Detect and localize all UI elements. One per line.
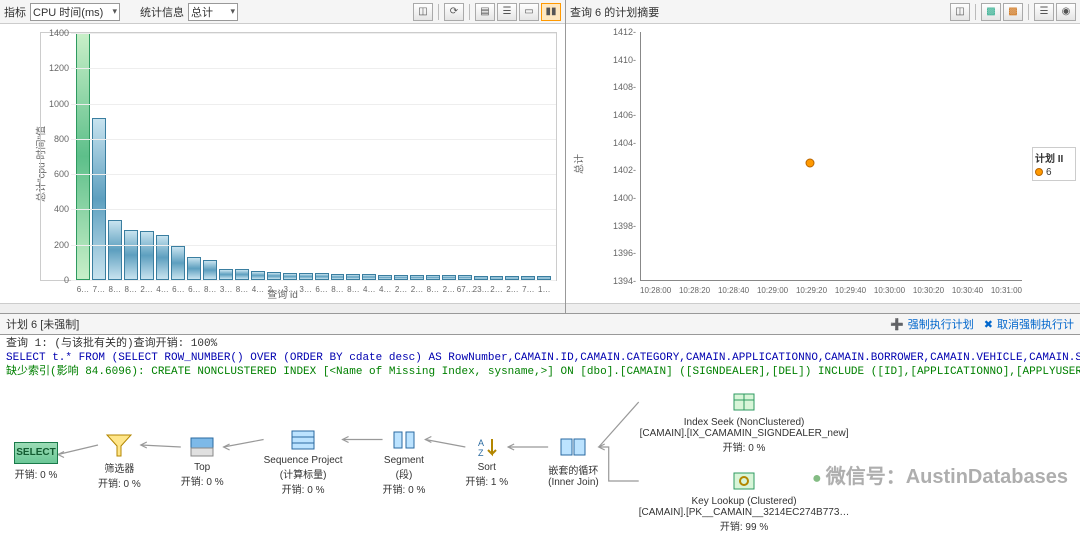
bar-chart: 总计"cpu 时间"值 0200400600800100012001400 6…… [0, 24, 565, 303]
plus-icon: ➕ [890, 318, 904, 331]
bar-0[interactable] [76, 33, 90, 280]
bar-4[interactable] [140, 231, 154, 280]
bar-6[interactable] [171, 246, 185, 280]
scatter-point[interactable] [806, 158, 815, 167]
op-select[interactable]: SELECT 开销: 0 % [14, 442, 58, 481]
bar-10[interactable] [235, 269, 249, 280]
sc-tool-5[interactable]: ◉ [1056, 3, 1076, 21]
tool-btn-chart[interactable]: ▮▮ [541, 3, 561, 21]
execution-plan: SELECT 开销: 0 % 筛选器 开销: 0 % Top 开销: 0 % S… [0, 381, 1080, 541]
op-nested-loops[interactable]: 嵌套的循环 (Inner Join) [548, 434, 599, 488]
plan-strip: 计划 6 [未强制] ➕强制执行计划 ✖取消强制执行计 [0, 313, 1080, 335]
sc-tool-1[interactable]: ◫ [950, 3, 970, 21]
scatter-title: 查询 6 的计划摘要 [570, 4, 659, 20]
tool-btn-1[interactable]: ◫ [413, 3, 433, 21]
op-sort[interactable]: AZ Sort 开销: 1 % [465, 434, 508, 488]
plan-title: 计划 6 [未强制] [6, 316, 79, 332]
bar-15[interactable] [315, 273, 329, 280]
sc-tool-4[interactable]: ☰ [1034, 3, 1054, 21]
force-plan-link[interactable]: ➕强制执行计划 [890, 316, 974, 332]
sc-tool-2[interactable]: ▩ [981, 3, 1001, 21]
sql-line2: SELECT t.* FROM (SELECT ROW_NUMBER() OVE… [6, 351, 1074, 365]
bar-7[interactable] [187, 257, 201, 280]
op-sequence-project[interactable]: Sequence Project (计算标量) 开销: 0 % [264, 427, 343, 496]
scatter-toolbar: 查询 6 的计划摘要 ◫ ▩ ▩ ☰ ◉ [566, 0, 1080, 24]
bar-5[interactable] [156, 235, 170, 280]
bar-13[interactable] [283, 273, 297, 280]
scatter-chart: 总计 1394-1396-1398-1400-1402-1404-1406-14… [566, 24, 1080, 303]
bar-1[interactable] [92, 118, 106, 280]
bar-9[interactable] [219, 269, 233, 280]
sc-tool-3[interactable]: ▩ [1003, 3, 1023, 21]
sql-line3: 缺少索引(影响 84.6096): CREATE NONCLUSTERED IN… [6, 365, 1074, 379]
svg-text:Z: Z [478, 448, 484, 458]
bar-8[interactable] [203, 260, 217, 280]
op-filter[interactable]: 筛选器 开销: 0 % [98, 432, 141, 490]
bar-12[interactable] [267, 272, 281, 280]
sql-text: 查询 1: (与该批有关的)查询开销: 100% SELECT t.* FROM… [0, 335, 1080, 381]
bar-xlabel: 查询 id [267, 286, 298, 301]
tool-btn-list[interactable]: ☰ [497, 3, 517, 21]
bar-2[interactable] [108, 220, 122, 280]
stats-label: 统计信息 [140, 4, 184, 20]
sql-line1: 查询 1: (与该批有关的)查询开销: 100% [6, 337, 1074, 351]
bar-14[interactable] [299, 273, 313, 280]
op-index-seek[interactable]: Index Seek (NonClustered) [CAMAIN].[IX_C… [639, 389, 850, 454]
tool-btn-grid[interactable]: ▤ [475, 3, 495, 21]
metric-label: 指标 [4, 4, 26, 20]
op-key-lookup[interactable]: Key Lookup (Clustered) [CAMAIN].[PK__CAM… [639, 468, 850, 533]
op-segment[interactable]: Segment (段) 开销: 0 % [383, 427, 426, 496]
bar-scrollbar[interactable] [0, 303, 565, 313]
bar-11[interactable] [251, 271, 265, 280]
cross-icon: ✖ [984, 318, 993, 331]
scatter-scrollbar[interactable] [566, 303, 1080, 313]
scatter-panel: 查询 6 的计划摘要 ◫ ▩ ▩ ☰ ◉ 总计 1394-1396-1398-1… [566, 0, 1080, 313]
stats-select[interactable]: 总计 [188, 3, 238, 21]
svg-text:A: A [478, 438, 484, 448]
op-top[interactable]: Top 开销: 0 % [181, 434, 224, 488]
scatter-ylabel: 总计 [571, 154, 586, 174]
metric-select[interactable]: CPU 时间(ms) [30, 3, 120, 21]
bar-chart-panel: 指标 CPU 时间(ms) 统计信息 总计 ◫ ⟳ ▤ ☰ ▭ ▮▮ 总计"cp… [0, 0, 566, 313]
scatter-legend: 计划 II 6 [1032, 147, 1076, 181]
bar-chart-toolbar: 指标 CPU 时间(ms) 统计信息 总计 ◫ ⟳ ▤ ☰ ▭ ▮▮ [0, 0, 565, 24]
bar-3[interactable] [124, 230, 138, 280]
unforce-plan-link[interactable]: ✖取消强制执行计 [984, 316, 1074, 332]
tool-btn-refresh[interactable]: ⟳ [444, 3, 464, 21]
tool-btn-plain[interactable]: ▭ [519, 3, 539, 21]
